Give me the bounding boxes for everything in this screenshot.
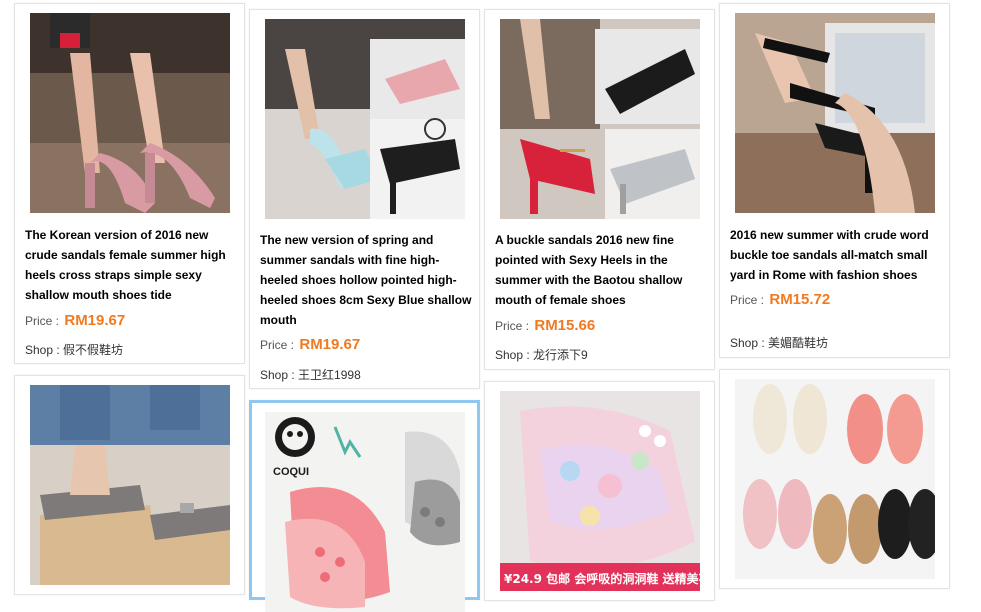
- shop-name[interactable]: 龙行添下9: [533, 348, 588, 362]
- product-price: Price : RM15.72: [730, 291, 830, 308]
- product-card[interactable]: The Korean version of 2016 new crude san…: [14, 3, 245, 364]
- red-buckle-heels-photo-icon: [500, 19, 700, 219]
- shop-label: Shop :: [25, 343, 60, 357]
- shop-label: Shop :: [495, 348, 530, 362]
- shop-label: Shop :: [730, 336, 765, 350]
- price-label: Price :: [730, 293, 765, 307]
- product-card[interactable]: 2016 new summer with crude word buckle t…: [719, 3, 950, 358]
- product-title[interactable]: The new version of spring and summer san…: [260, 230, 472, 330]
- product-image[interactable]: [735, 13, 935, 213]
- price-value: RM19.67: [64, 312, 126, 329]
- product-title[interactable]: 2016 new summer with crude word buckle t…: [730, 225, 942, 285]
- product-card[interactable]: [719, 369, 950, 589]
- product-price: Price : RM15.66: [495, 317, 595, 334]
- product-card[interactable]: The new version of spring and summer san…: [249, 9, 480, 389]
- product-card-selected[interactable]: COQUI: [249, 400, 480, 612]
- price-label: Price :: [495, 319, 530, 333]
- product-shop[interactable]: Shop : 王卫红1998: [260, 366, 361, 383]
- shop-name[interactable]: 王卫红1998: [298, 368, 361, 382]
- product-title[interactable]: A buckle sandals 2016 new fine pointed w…: [495, 230, 707, 310]
- pink-clogs-photo-icon: COQUI: [265, 412, 465, 612]
- black-strap-sandals-photo-icon: [735, 13, 935, 213]
- product-shop[interactable]: Shop : 美媚酷鞋坊: [730, 334, 828, 351]
- floral-jelly-clogs-photo-icon: ¥24.9 包邮 会呼吸的洞洞鞋 送精美花和一对 立即抢购: [500, 391, 700, 591]
- shop-name[interactable]: 假不假鞋坊: [63, 343, 123, 357]
- product-shop[interactable]: Shop : 假不假鞋坊: [25, 341, 123, 358]
- product-image[interactable]: COQUI: [265, 412, 465, 612]
- gray-wedge-sandals-photo-icon: [30, 385, 230, 585]
- product-shop[interactable]: Shop : 龙行添下9: [495, 346, 588, 363]
- product-price: Price : RM19.67: [260, 336, 360, 353]
- brand-logo-text: COQUI: [273, 466, 309, 478]
- pink-heel-sandals-photo-icon: [30, 13, 230, 213]
- price-value: RM19.67: [299, 336, 361, 353]
- product-image[interactable]: [500, 19, 700, 219]
- product-image[interactable]: [265, 19, 465, 219]
- product-image[interactable]: [30, 13, 230, 213]
- price-label: Price :: [260, 338, 295, 352]
- product-image[interactable]: [735, 379, 935, 579]
- jelly-loafers-photo-icon: [735, 379, 935, 579]
- price-value: RM15.66: [534, 317, 596, 334]
- price-value: RM15.72: [769, 291, 831, 308]
- shop-label: Shop :: [260, 368, 295, 382]
- pointed-heels-photo-icon: [265, 19, 465, 219]
- product-card[interactable]: ¥24.9 包邮 会呼吸的洞洞鞋 送精美花和一对 立即抢购: [484, 381, 715, 601]
- product-price: Price : RM19.67: [25, 312, 125, 329]
- product-image[interactable]: ¥24.9 包邮 会呼吸的洞洞鞋 送精美花和一对 立即抢购: [500, 391, 700, 591]
- price-label: Price :: [25, 314, 60, 328]
- shop-name[interactable]: 美媚酷鞋坊: [768, 336, 828, 350]
- product-image[interactable]: [30, 385, 230, 585]
- product-title[interactable]: The Korean version of 2016 new crude san…: [25, 225, 237, 305]
- product-card[interactable]: A buckle sandals 2016 new fine pointed w…: [484, 9, 715, 370]
- product-card[interactable]: [14, 375, 245, 595]
